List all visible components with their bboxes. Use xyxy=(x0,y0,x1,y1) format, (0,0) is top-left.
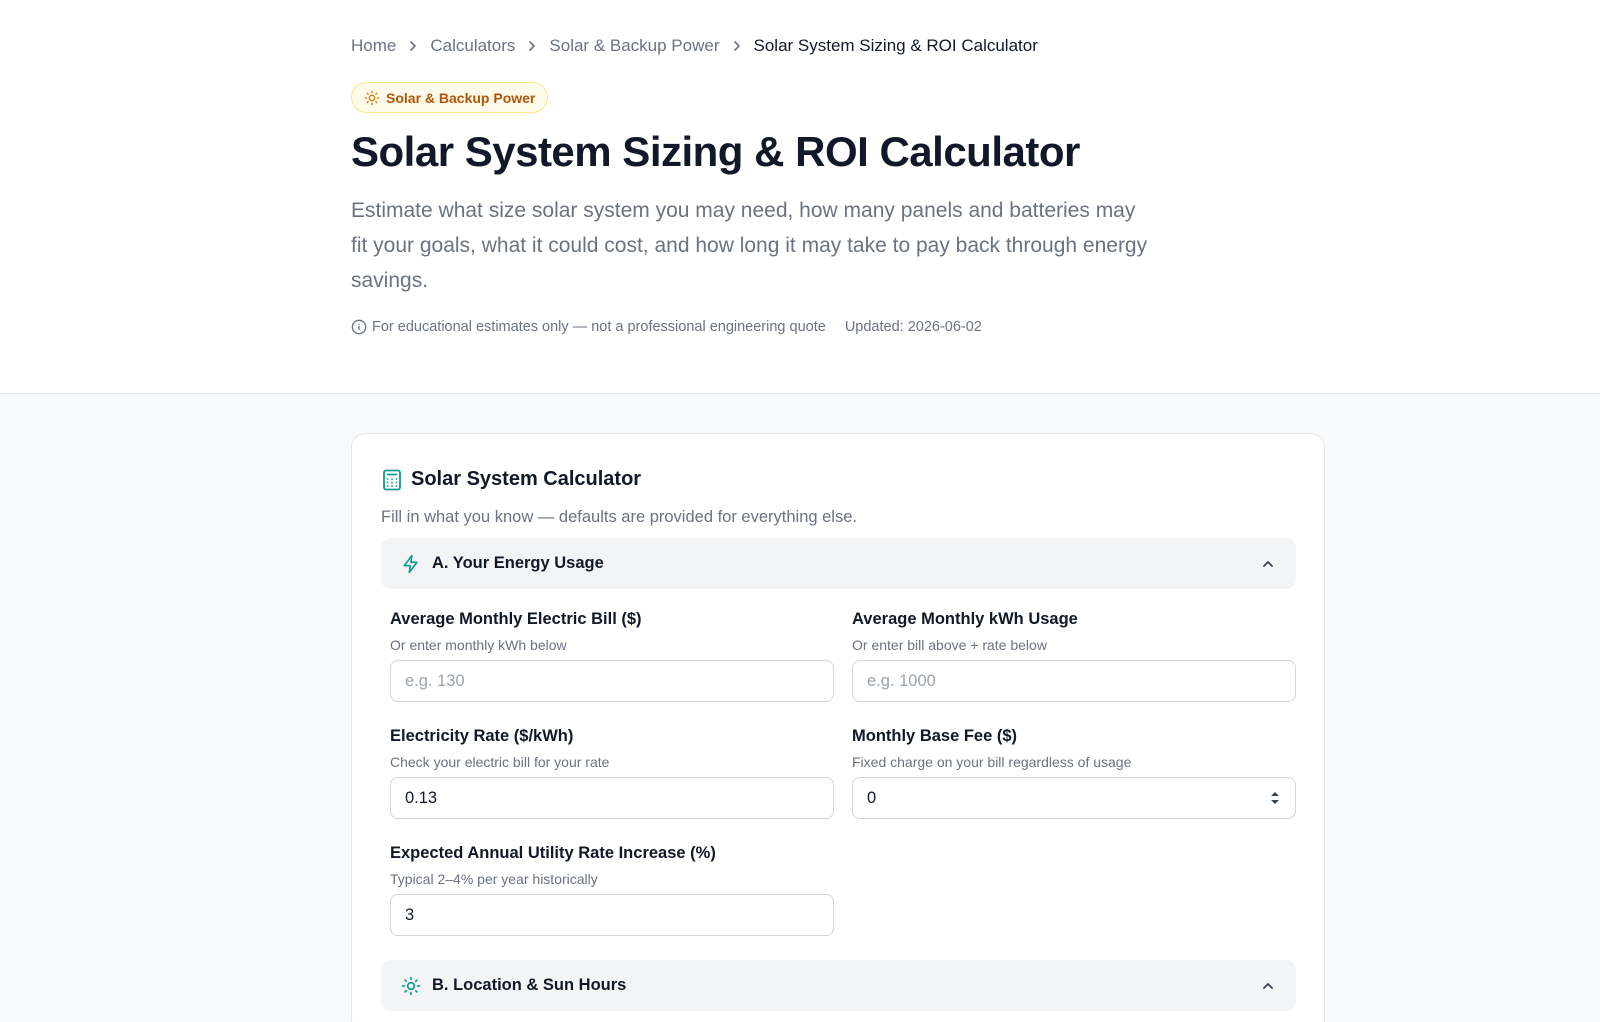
electricity-rate-input[interactable]: 0.13 xyxy=(390,777,834,819)
rate-increase-input[interactable]: 3 xyxy=(390,894,834,936)
field-rate-increase: Expected Annual Utility Rate Increase (%… xyxy=(390,844,834,936)
section-label: A. Your Energy Usage xyxy=(432,554,604,572)
sun-icon xyxy=(401,976,421,996)
breadcrumb: Home Calculators Solar & Backup Power So… xyxy=(351,36,1038,56)
info-icon xyxy=(351,319,367,335)
chevron-up-icon[interactable] xyxy=(1260,978,1276,994)
calculator-subtitle: Fill in what you know — defaults are pro… xyxy=(381,508,857,526)
sun-icon xyxy=(364,90,380,106)
field-electricity-rate: Electricity Rate ($/kWh) Check your elec… xyxy=(390,727,834,819)
page-description: Estimate what size solar system you may … xyxy=(351,199,1148,292)
input-placeholder: e.g. 130 xyxy=(405,671,465,690)
section-label: B. Location & Sun Hours xyxy=(432,976,627,994)
updated-date: Updated: 2026-06-02 xyxy=(844,319,982,335)
field-label: Expected Annual Utility Rate Increase (%… xyxy=(390,844,716,862)
badge-label: Solar & Backup Power xyxy=(386,89,536,106)
field-hint: Fixed charge on your bill regardless of … xyxy=(852,754,1132,770)
page-meta: For educational estimates only — not a p… xyxy=(351,319,982,335)
calculator-icon xyxy=(382,469,402,491)
lightning-icon xyxy=(401,554,421,574)
breadcrumb-calculators[interactable]: Calculators xyxy=(430,36,515,56)
field-label: Monthly Base Fee ($) xyxy=(852,727,1018,745)
page-title: Solar System Sizing & ROI Calculator xyxy=(351,128,1080,175)
breadcrumb-category[interactable]: Solar & Backup Power xyxy=(549,36,719,56)
section-location-sun-hours[interactable]: B. Location & Sun Hours xyxy=(381,960,1296,1011)
page-header: Home Calculators Solar & Backup Power So… xyxy=(0,0,1600,394)
section-energy-usage[interactable]: A. Your Energy Usage xyxy=(381,538,1296,589)
disclaimer-text: For educational estimates only — not a p… xyxy=(372,319,826,335)
field-label: Average Monthly kWh Usage xyxy=(852,610,1078,628)
calculator-header: Solar System Calculator xyxy=(382,468,641,491)
field-label: Average Monthly Electric Bill ($) xyxy=(390,610,642,628)
breadcrumb-current: Solar System Sizing & ROI Calculator xyxy=(753,36,1038,55)
field-hint: Typical 2–4% per year historically xyxy=(390,871,598,887)
field-monthly-kwh: Average Monthly kWh Usage Or enter bill … xyxy=(852,610,1296,702)
category-badge[interactable]: Solar & Backup Power xyxy=(351,82,549,113)
input-placeholder: e.g. 1000 xyxy=(867,671,936,690)
breadcrumb-home[interactable]: Home xyxy=(351,36,396,56)
monthly-bill-input[interactable]: e.g. 130 xyxy=(390,660,834,702)
monthly-kwh-input[interactable]: e.g. 1000 xyxy=(852,660,1296,702)
calculator-title: Solar System Calculator xyxy=(411,468,642,490)
input-value: 0 xyxy=(867,788,877,807)
field-monthly-bill: Average Monthly Electric Bill ($) Or ent… xyxy=(390,610,834,702)
chevron-up-icon[interactable] xyxy=(1260,556,1276,572)
base-fee-input[interactable]: 0 xyxy=(852,777,1296,819)
chevron-right-icon xyxy=(408,40,418,52)
spinner-icon[interactable] xyxy=(1269,789,1281,807)
field-label: Electricity Rate ($/kWh) xyxy=(390,727,574,745)
chevron-right-icon xyxy=(732,40,742,52)
field-hint: Check your electric bill for your rate xyxy=(390,754,610,770)
main-content: Solar System Calculator Fill in what you… xyxy=(0,394,1600,1022)
chevron-right-icon xyxy=(527,40,537,52)
input-value: 3 xyxy=(405,905,415,924)
field-hint: Or enter bill above + rate below xyxy=(852,637,1047,653)
field-base-fee: Monthly Base Fee ($) Fixed charge on you… xyxy=(852,727,1296,819)
calculator-card: Solar System Calculator Fill in what you… xyxy=(351,433,1325,1022)
field-hint: Or enter monthly kWh below xyxy=(390,637,567,653)
input-value: 0.13 xyxy=(405,788,438,807)
